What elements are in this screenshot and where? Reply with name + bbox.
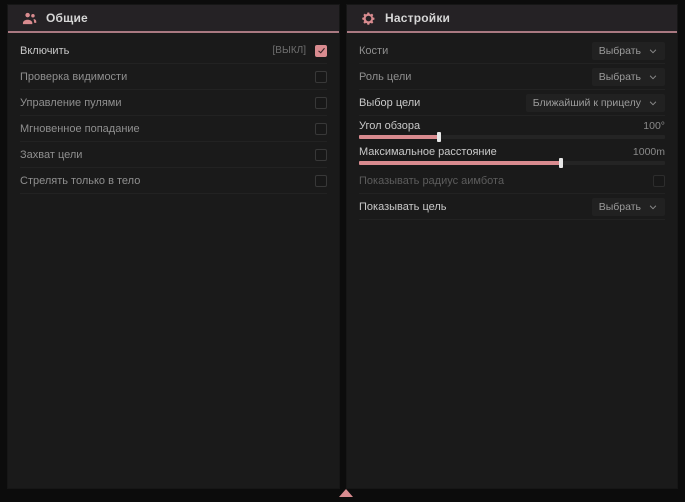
dropdown-value: Выбрать [599,45,641,57]
row-label: Роль цели [359,71,411,83]
checkbox[interactable] [315,149,327,161]
dropdown[interactable]: Выбрать [592,42,665,60]
panel-settings-header: Настройки [347,5,677,33]
row-select: Показывать цель Выбрать [359,194,665,220]
slider-handle[interactable] [559,158,563,168]
row-label: Выбор цели [359,97,420,109]
panel-general-header: Общие [8,5,339,33]
row-label: Максимальное расстояние [359,146,497,158]
panel-general-body: Включить [ВЫКЛ] Проверка видимости Управл… [8,33,339,194]
row-checkbox: Мгновенное попадание [20,116,327,142]
panel-settings-body: Кости Выбрать Роль цели Выбрать Выбор це… [347,33,677,220]
checkbox[interactable] [653,175,665,187]
row-label: Управление пулями [20,97,122,109]
checkbox[interactable] [315,97,327,109]
row-checkbox: Проверка видимости [20,64,327,90]
checkbox-state-text: [ВЫКЛ] [273,45,306,56]
row-slider: Максимальное расстояние 1000m [359,142,665,168]
checkbox[interactable] [315,45,327,57]
checkbox[interactable] [315,123,327,135]
row-label: Проверка видимости [20,71,127,83]
slider-fill [359,135,439,139]
row-label: Стрелять только в тело [20,175,140,187]
slider-fill [359,161,561,165]
overlay-background: { "accent_color": "#d98b8f", "header_und… [0,0,685,502]
panel-general: Общие Включить [ВЫКЛ] Проверка видимости … [8,5,339,488]
scroll-up-indicator[interactable] [339,489,353,497]
row-label: Кости [359,45,388,57]
row-label: Угол обзора [359,120,420,132]
slider[interactable] [359,161,665,165]
chevron-down-icon [648,46,658,56]
chevron-down-icon [648,98,658,108]
row-checkbox: Захват цели [20,142,327,168]
panel-settings: Настройки Кости Выбрать Роль цели Выбрат… [347,5,677,488]
checkbox[interactable] [315,175,327,187]
slider-value: 100° [643,120,665,132]
row-label: Показывать цель [359,201,447,213]
dropdown[interactable]: Ближайший к прицелу [526,94,665,112]
row-label: Показывать радиус аимбота [359,175,504,187]
gear-icon [361,11,376,26]
dropdown-value: Выбрать [599,201,641,213]
slider-handle[interactable] [437,132,441,142]
row-checkbox: Включить [ВЫКЛ] [20,38,327,64]
chevron-down-icon [648,72,658,82]
row-checkbox: Стрелять только в тело [20,168,327,194]
dropdown-value: Выбрать [599,71,641,83]
dropdown-value: Ближайший к прицелу [533,97,641,109]
chevron-down-icon [648,202,658,212]
slider[interactable] [359,135,665,139]
row-checkbox: Показывать радиус аимбота [359,168,665,194]
row-select: Роль цели Выбрать [359,64,665,90]
row-slider: Угол обзора 100° [359,116,665,142]
row-label: Захват цели [20,149,82,161]
panel-title: Настройки [385,11,450,25]
row-label: Мгновенное попадание [20,123,140,135]
row-checkbox: Управление пулями [20,90,327,116]
row-select: Кости Выбрать [359,38,665,64]
panel-title: Общие [46,11,88,25]
dropdown[interactable]: Выбрать [592,198,665,216]
checkbox[interactable] [315,71,327,83]
row-label: Включить [20,45,69,57]
users-icon [22,11,37,26]
slider-value: 1000m [633,146,665,158]
row-select: Выбор цели Ближайший к прицелу [359,90,665,116]
dropdown[interactable]: Выбрать [592,68,665,86]
